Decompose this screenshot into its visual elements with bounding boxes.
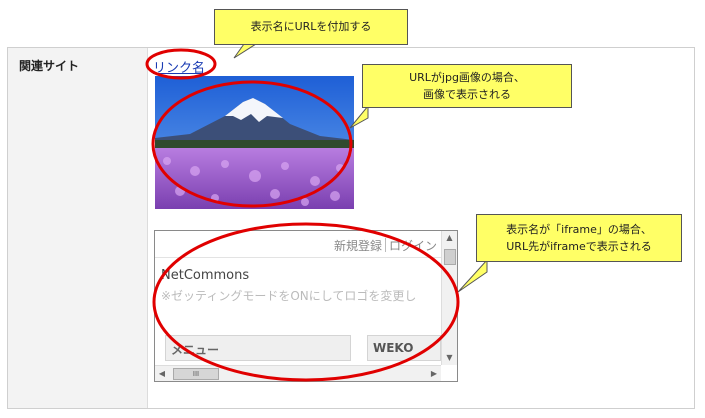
- highlight-overlays: [145, 48, 460, 382]
- link-highlight-ellipse: [145, 48, 217, 80]
- image-highlight-ellipse: [151, 80, 353, 208]
- iframe-highlight-ellipse: [152, 222, 460, 382]
